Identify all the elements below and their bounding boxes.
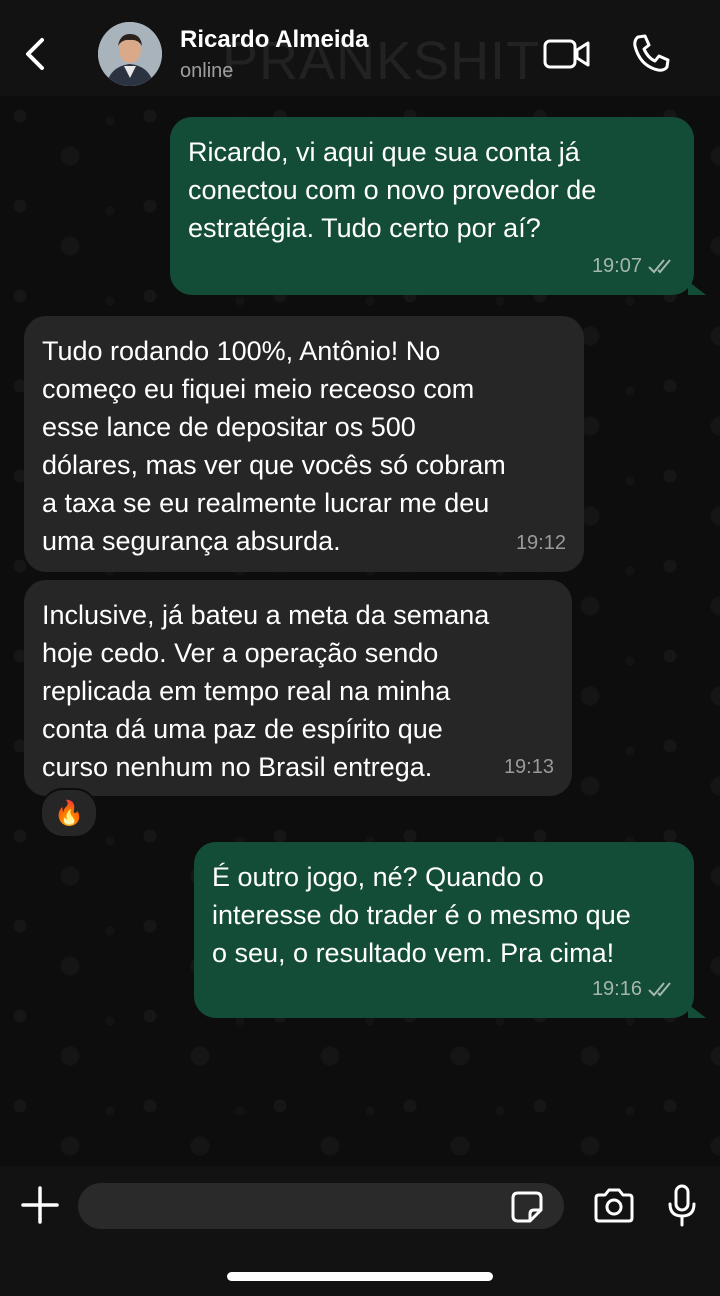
bubble-tail [688, 1004, 706, 1018]
message-time: 19:16 [591, 978, 642, 1000]
incoming-message[interactable]: Inclusive, já bateu a meta da semana hoj… [24, 580, 572, 796]
back-button[interactable] [18, 32, 52, 76]
sticker-icon [511, 1191, 543, 1223]
message-text: Inclusive, já bateu a meta da semana hoj… [42, 600, 490, 782]
contact-name[interactable]: Ricardo Almeida [180, 26, 369, 54]
camera-icon [594, 1188, 634, 1223]
message-text: É outro jogo, né? Quando o interesse do … [212, 862, 631, 968]
avatar-photo [98, 22, 162, 86]
outgoing-message[interactable]: É outro jogo, né? Quando o interesse do … [194, 842, 694, 1018]
message-text: Ricardo, vi aqui que sua conta já conect… [188, 137, 597, 243]
double-check-icon [648, 259, 671, 274]
video-call-button[interactable] [542, 36, 592, 72]
sticker-button[interactable] [510, 1190, 544, 1224]
voice-call-button[interactable] [630, 32, 672, 74]
message-meta: 19:13 [504, 748, 554, 786]
microphone-icon [668, 1184, 696, 1227]
phone-icon [633, 34, 670, 72]
attach-button[interactable] [20, 1185, 60, 1225]
message-time: 19:13 [503, 756, 554, 778]
chevron-left-icon [26, 38, 44, 70]
camera-button[interactable] [592, 1188, 636, 1224]
fire-emoji-icon: 🔥 [54, 799, 84, 827]
chat-header: Ricardo Almeida online [0, 0, 720, 96]
message-time: 19:07 [591, 255, 642, 277]
bubble-tail [688, 281, 706, 295]
message-input[interactable] [78, 1183, 564, 1229]
message-time: 19:12 [515, 532, 566, 554]
message-reaction[interactable]: 🔥 [40, 788, 98, 838]
contact-status: online [180, 60, 234, 82]
plus-icon [21, 1186, 59, 1224]
microphone-button[interactable] [666, 1184, 698, 1228]
message-meta: 19:16 [592, 970, 676, 1008]
message-meta: 19:12 [516, 524, 566, 562]
home-indicator [227, 1272, 493, 1281]
video-camera-icon [543, 39, 590, 69]
incoming-message[interactable]: Tudo rodando 100%, Antônio! No começo eu… [24, 316, 584, 572]
outgoing-message[interactable]: Ricardo, vi aqui que sua conta já conect… [170, 117, 694, 295]
double-check-icon [648, 982, 671, 997]
message-text: Tudo rodando 100%, Antônio! No começo eu… [42, 336, 506, 556]
message-meta: 19:07 [592, 247, 676, 285]
avatar[interactable] [98, 22, 162, 86]
